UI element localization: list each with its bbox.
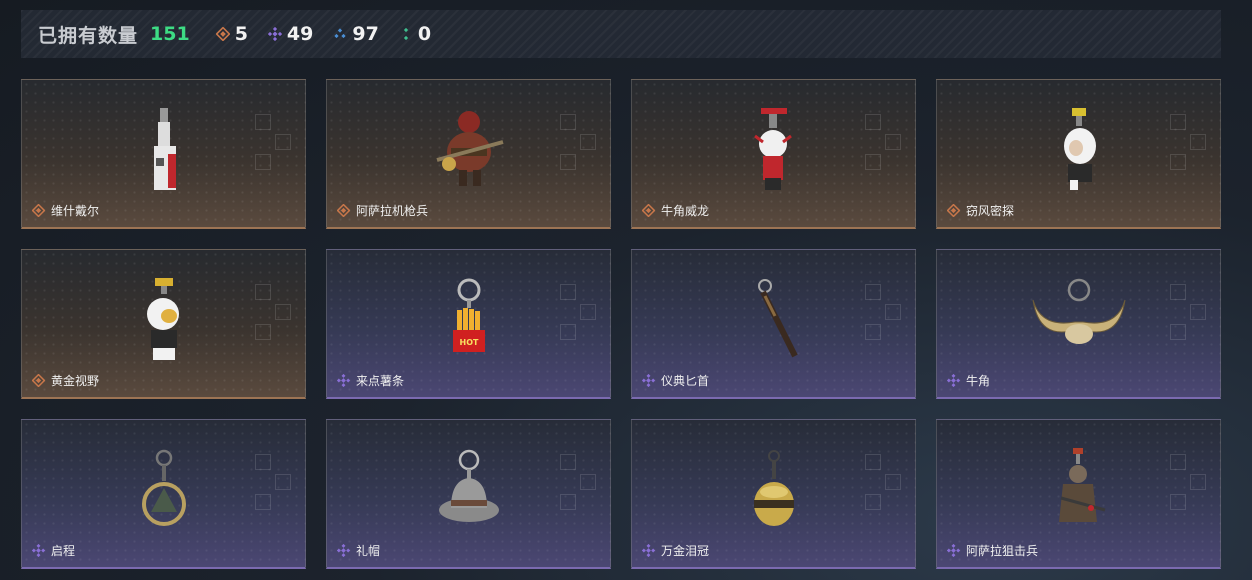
item-card[interactable]: HOT 来点薯条	[326, 249, 611, 399]
item-label: 维什戴尔	[32, 202, 99, 219]
orange-diamond-icon	[32, 374, 45, 387]
item-card[interactable]: 礼帽	[326, 419, 611, 569]
item-name: 启程	[51, 544, 76, 558]
owned-count-bar: 已拥有数量 151 5 49 97 0	[21, 10, 1221, 58]
item-card[interactable]: 阿萨拉机枪兵	[326, 79, 611, 229]
purple-diamond-icon	[642, 544, 655, 557]
green-diamond-icon	[401, 27, 411, 41]
owned-count-title: 已拥有数量	[38, 25, 139, 47]
item-name: 牛角	[966, 374, 991, 388]
item-name: 阿萨拉狙击兵	[966, 544, 1039, 558]
item-card[interactable]: 窃风密探	[936, 79, 1221, 229]
item-card[interactable]: 万金泪冠	[631, 419, 916, 569]
orange-diamond-icon	[947, 204, 960, 217]
item-label: 牛角威龙	[642, 202, 709, 219]
medallion-icon	[141, 449, 186, 526]
white-haired-figure-icon	[1063, 108, 1096, 190]
orange-diamond-icon	[32, 204, 45, 217]
item-name: 牛角威龙	[661, 204, 710, 218]
armored-soldier-icon	[435, 111, 504, 186]
item-label: 窃风密探	[947, 202, 1014, 219]
item-label: 牛角	[947, 372, 990, 389]
item-card[interactable]: 启程	[21, 419, 306, 569]
dagger-icon	[757, 279, 798, 358]
item-label: 启程	[32, 542, 75, 559]
pendant-figure-icon	[153, 108, 176, 190]
item-name: 黄金视野	[51, 374, 100, 388]
bull-horns-icon	[1032, 278, 1125, 344]
fries-keychain-icon: HOT	[452, 278, 485, 352]
item-name: 仪典匕首	[661, 374, 710, 388]
blue-diamond-icon	[334, 28, 346, 39]
orange-count: 5	[234, 23, 248, 45]
item-name: 窃风密探	[966, 204, 1015, 218]
item-label: 礼帽	[337, 542, 380, 559]
orange-diamond-icon	[337, 204, 350, 217]
purple-diamond-icon	[642, 374, 655, 387]
item-label: 阿萨拉狙击兵	[947, 542, 1038, 559]
purple-diamond-icon	[337, 374, 350, 387]
item-name: 维什戴尔	[51, 204, 100, 218]
item-card[interactable]: 仪典匕首	[631, 249, 916, 399]
item-label: 黄金视野	[32, 372, 99, 389]
horned-figure-icon	[753, 108, 792, 190]
item-name: 礼帽	[356, 544, 381, 558]
owned-total-count: 151	[150, 23, 190, 45]
item-label: 来点薯条	[337, 372, 404, 389]
purple-diamond-icon	[32, 544, 45, 557]
orange-diamond-icon	[642, 204, 655, 217]
purple-count: 49	[286, 23, 314, 45]
item-name: 阿萨拉机枪兵	[356, 204, 429, 218]
svg-text:HOT: HOT	[459, 338, 478, 347]
item-card[interactable]: 牛角	[936, 249, 1221, 399]
golden-figure-icon	[146, 278, 179, 360]
item-card[interactable]: 阿萨拉狙击兵	[936, 419, 1221, 569]
item-label: 仪典匕首	[642, 372, 709, 389]
item-name: 来点薯条	[356, 374, 405, 388]
item-card[interactable]: 牛角威龙	[631, 79, 916, 229]
fedora-hat-icon	[438, 449, 499, 522]
purple-diamond-icon	[947, 374, 960, 387]
green-rarity-stat: 0	[401, 23, 431, 45]
orange-diamond-icon	[215, 27, 230, 41]
orange-rarity-stat: 5	[215, 23, 248, 45]
purple-diamond-icon	[947, 544, 960, 557]
purple-rarity-stat: 49	[267, 23, 314, 45]
item-label: 阿萨拉机枪兵	[337, 202, 428, 219]
golden-orb-icon	[753, 450, 794, 526]
sniper-figure-icon	[1058, 448, 1105, 522]
blue-count: 97	[352, 23, 379, 45]
green-count: 0	[417, 23, 432, 45]
item-card[interactable]: 黄金视野	[21, 249, 306, 399]
item-label: 万金泪冠	[642, 542, 709, 559]
blue-rarity-stat: 97	[334, 23, 379, 45]
item-name: 万金泪冠	[661, 544, 710, 558]
purple-diamond-icon	[267, 27, 282, 41]
purple-diamond-icon	[337, 544, 350, 557]
item-card[interactable]: 维什戴尔	[21, 79, 306, 229]
